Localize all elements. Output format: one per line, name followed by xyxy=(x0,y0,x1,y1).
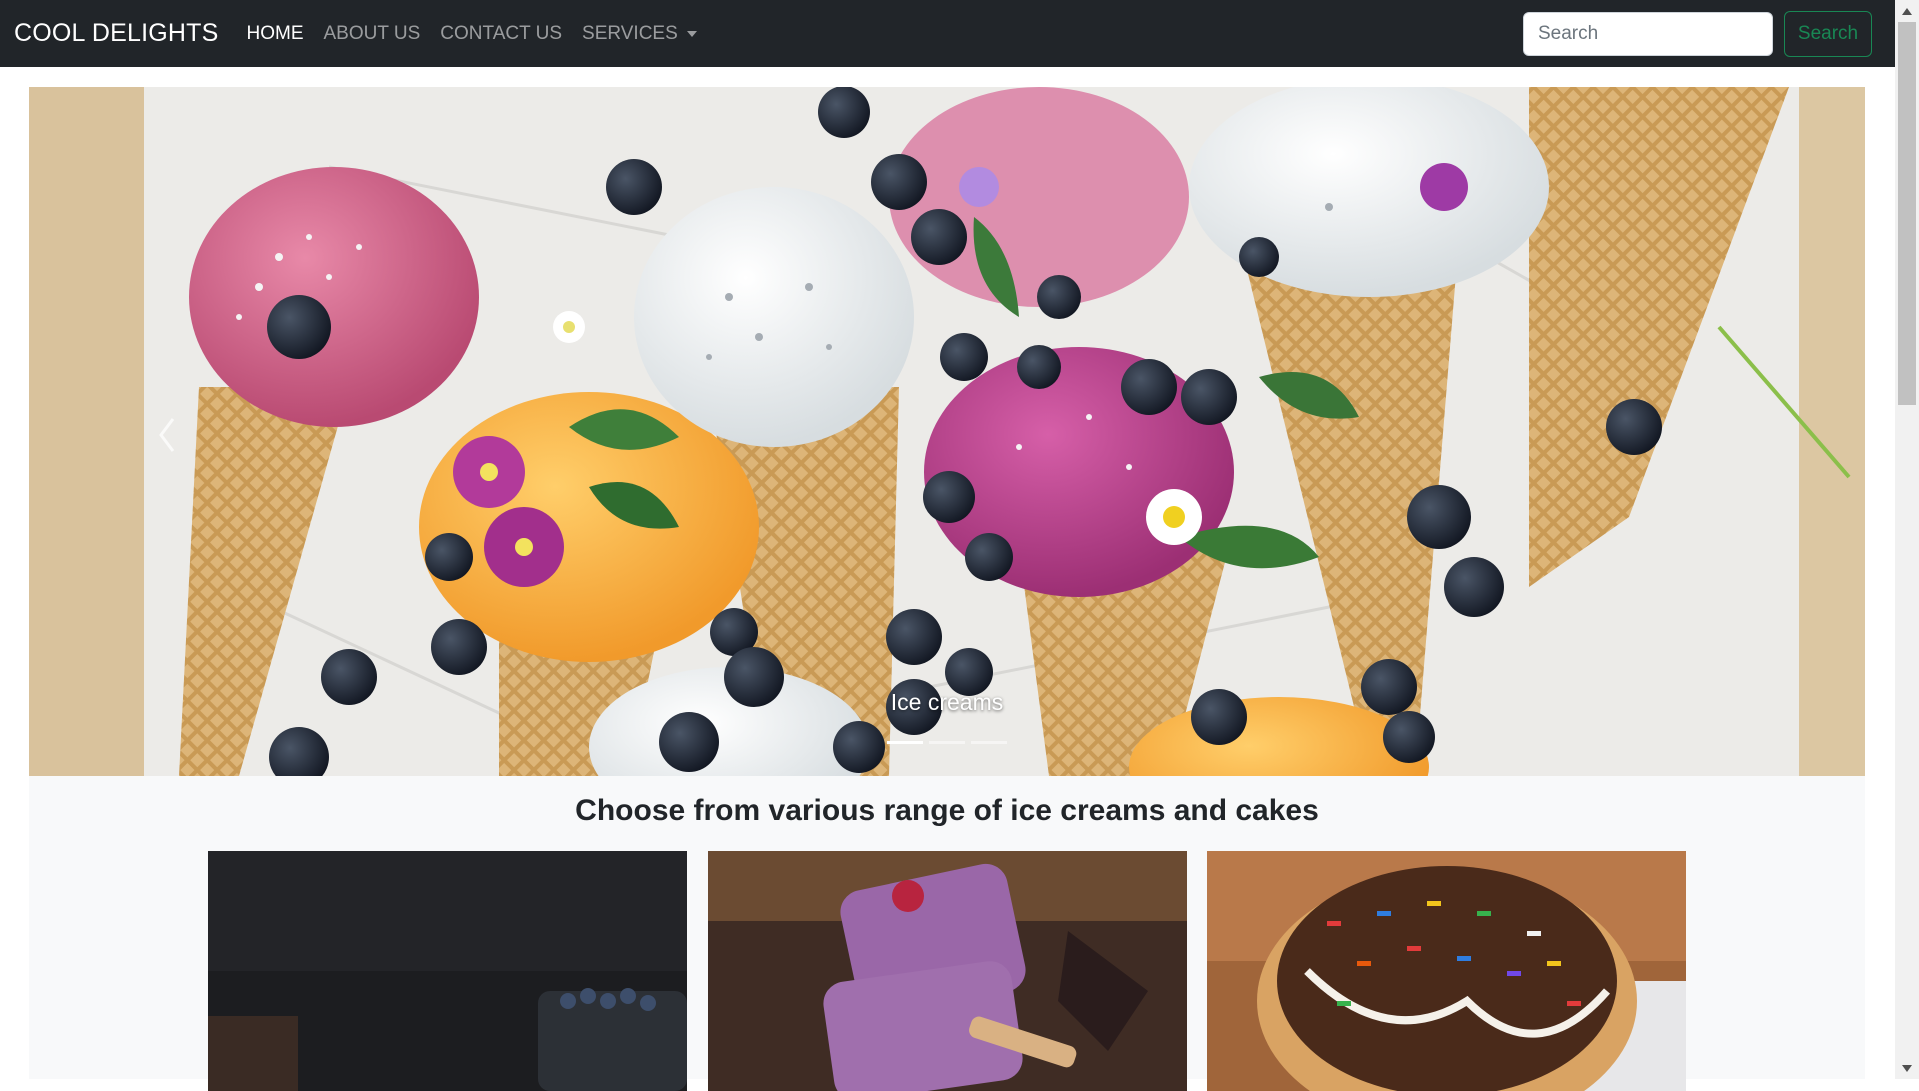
section-heading: Choose from various range of ice creams … xyxy=(575,794,1319,827)
carousel-indicator-2[interactable] xyxy=(929,741,965,744)
carousel-prev-control[interactable] xyxy=(29,87,279,776)
nav-about-us[interactable]: ABOUT US xyxy=(324,23,421,45)
search-input[interactable] xyxy=(1523,11,1773,56)
dark-dessert-image xyxy=(208,851,687,1091)
top-navbar: COOL DELIGHTS HOME ABOUT US CONTACT US S… xyxy=(0,0,1895,67)
nav-home[interactable]: HOME xyxy=(247,23,304,45)
product-section: Choose from various range of ice creams … xyxy=(29,776,1865,1091)
carousel-indicators xyxy=(29,741,1865,744)
search-button[interactable]: Search xyxy=(1784,10,1872,57)
product-card-2[interactable] xyxy=(708,851,1187,1091)
scrollbar-thumb[interactable] xyxy=(1898,22,1916,405)
hero-carousel: Ice creams xyxy=(29,87,1865,776)
brand-logo[interactable]: COOL DELIGHTS xyxy=(14,19,219,48)
hero-ice-cream-image xyxy=(29,87,1865,776)
scroll-down-arrow-icon[interactable] xyxy=(1895,1057,1919,1079)
chevron-down-icon xyxy=(686,31,697,37)
sprinkle-donut-image xyxy=(1207,851,1686,1091)
scroll-up-arrow-icon[interactable] xyxy=(1895,0,1919,22)
nav-services-label: SERVICES xyxy=(582,22,678,44)
carousel-indicator-3[interactable] xyxy=(971,741,1007,744)
carousel-caption: Ice creams xyxy=(890,689,1004,715)
product-card-1[interactable] xyxy=(208,851,687,1091)
search-form: Search xyxy=(1523,10,1872,57)
berry-popsicle-image xyxy=(708,851,1187,1091)
carousel-next-control[interactable] xyxy=(1615,87,1865,776)
page-scrollbar[interactable] xyxy=(1895,0,1919,1079)
nav-services-dropdown[interactable]: SERVICES xyxy=(582,23,697,45)
carousel-indicator-1[interactable] xyxy=(887,741,923,744)
product-card-3[interactable] xyxy=(1207,851,1686,1091)
nav-contact-us[interactable]: CONTACT US xyxy=(440,23,562,45)
chevron-left-icon xyxy=(159,418,175,452)
